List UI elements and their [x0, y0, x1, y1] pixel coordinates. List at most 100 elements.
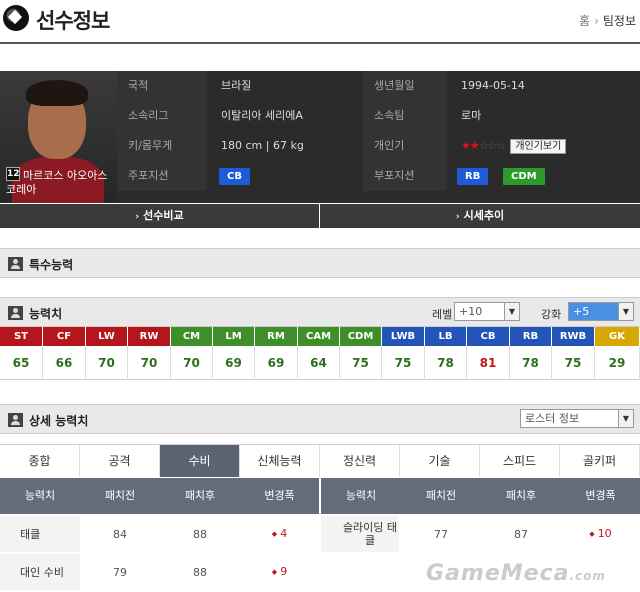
detail-cell-diff: 9 [240, 554, 319, 590]
detail-row: 대인 수비 79 88 9 [0, 554, 319, 590]
info-row-nation: 국적 브라질 생년월일 1994-05-14 [117, 71, 640, 101]
position-header-gk: GK [595, 327, 640, 346]
tab-detail[interactable]: 스피드 [480, 445, 560, 477]
info-row-body: 키/몸무게 180 cm | 67 kg 개인기 ★★☆☆☆ 개인기보기 [117, 131, 640, 161]
tab-detail[interactable]: 기술 [400, 445, 480, 477]
tab-detail[interactable]: 종합 [0, 445, 80, 477]
chevron-right-icon: › [135, 212, 140, 222]
breadcrumb-team-info[interactable]: 팀정보 [603, 14, 636, 28]
position-header-cdm: CDM [340, 327, 382, 346]
tab-detail[interactable]: 정신력 [320, 445, 400, 477]
body-value: 180 cm | 67 kg [207, 131, 363, 161]
compare-player-button[interactable]: › 선수비교 [0, 204, 319, 228]
player-name: 마르코스 아오아스 코레아 [6, 169, 108, 196]
detail-cell-after: 88 [193, 527, 207, 541]
team-value: 로마 [447, 101, 640, 131]
position-header-rw: RW [128, 327, 171, 346]
view-skills-button[interactable]: 개인기보기 [510, 139, 567, 154]
detail-column-header: 패치전 [104, 489, 136, 502]
position-value-cb: 81 [467, 346, 510, 380]
detail-column-header: 패치전 [425, 489, 457, 502]
position-value-rb: 78 [510, 346, 552, 380]
player-photo: 12 마르코스 아오아스 코레아 [0, 71, 117, 203]
tab-detail[interactable]: 신체능력 [240, 445, 320, 477]
detail-column-header: 패치후 [505, 489, 537, 502]
detail-cell-before: 77 [434, 527, 448, 541]
position-value-lb: 78 [425, 346, 467, 380]
detail-row: 태클 84 88 4 [0, 516, 319, 552]
player-info-grid: 국적 브라질 생년월일 1994-05-14 소속리그 이탈리아 세리에A 소속… [117, 71, 640, 203]
detail-cell-before: 84 [113, 527, 127, 541]
main-position-badge: CB [219, 168, 250, 185]
sub-position-badge: RB [457, 168, 489, 185]
soccer-ball-icon [3, 5, 29, 31]
page-header: 선수정보 홈 › 팀정보 [0, 0, 640, 44]
position-value-lwb: 75 [382, 346, 425, 380]
player-info-panel: 12 마르코스 아오아스 코레아 국적 브라질 생년월일 1994-05-14 … [0, 71, 640, 203]
person-icon [8, 257, 23, 271]
position-value-lm: 69 [213, 346, 255, 380]
detail-cell-before: 79 [113, 565, 127, 579]
position-value-rw: 70 [128, 346, 171, 380]
chevron-right-icon: › [455, 212, 460, 222]
tab-detail[interactable]: 골키퍼 [560, 445, 640, 477]
position-header-lb: LB [425, 327, 467, 346]
enhance-select[interactable]: +5 ▼ [568, 302, 634, 321]
position-value-rwb: 75 [552, 346, 595, 380]
gamemeca-watermark: GameMeca.com [426, 561, 606, 586]
chevron-right-icon: › [594, 14, 599, 28]
position-header-rwb: RWB [552, 327, 595, 346]
position-header-lm: LM [213, 327, 255, 346]
person-icon [8, 306, 23, 320]
detail-row: 슬라이딩 태클 77 87 10 [321, 516, 640, 552]
special-ability-section: 특수능력 [0, 248, 640, 278]
sub-position-badge: CDM [503, 168, 545, 185]
detail-tabs: 종합 공격 수비 신체능력 정신력 기술 스피드 골키퍼 [0, 444, 640, 477]
info-row-position: 주포지션 CB 부포지션 RB CDM [117, 161, 640, 191]
skill-rating: ★★☆☆☆ 개인기보기 [447, 131, 640, 161]
chevron-down-icon: ▼ [618, 303, 633, 320]
position-value-cf: 66 [43, 346, 86, 380]
detail-cell-after: 87 [514, 527, 528, 541]
chevron-down-icon: ▼ [618, 410, 633, 427]
level-select[interactable]: +10 ▼ [454, 302, 520, 321]
league-value: 이탈리아 세리에A [207, 101, 363, 131]
detail-header-left: 능력치 패치전 패치후 변경폭 [0, 478, 319, 514]
position-header-cb: CB [467, 327, 510, 346]
position-value-cdm: 75 [340, 346, 382, 380]
position-value-cam: 64 [298, 346, 340, 380]
page-title: 선수정보 [36, 9, 110, 33]
position-value-st: 65 [0, 346, 43, 380]
detail-column-header: 능력치 [345, 489, 377, 502]
price-trend-button[interactable]: › 시세추이 [320, 204, 640, 228]
person-icon [8, 413, 23, 427]
detail-cell-name: 태클 [0, 516, 80, 552]
detail-column-header: 패치후 [184, 489, 216, 502]
detail-header-right: 능력치 패치전 패치후 변경폭 [321, 478, 640, 514]
nation-value: 브라질 [207, 71, 363, 101]
roster-select[interactable]: 로스터 정보 ▼ [520, 409, 634, 428]
position-value-lw: 70 [86, 346, 128, 380]
birth-value: 1994-05-14 [447, 71, 640, 101]
position-header-cf: CF [43, 327, 86, 346]
tab-detail[interactable]: 공격 [80, 445, 160, 477]
detail-cell-diff: 4 [240, 516, 319, 552]
detail-cell-after: 88 [193, 565, 207, 579]
position-header-rb: RB [510, 327, 552, 346]
position-header-rm: RM [255, 327, 298, 346]
detail-cell-name: 대인 수비 [0, 554, 80, 590]
info-row-league: 소속리그 이탈리아 세리에A 소속팀 로마 [117, 101, 640, 131]
star-icon: ★★☆☆☆ [461, 139, 506, 152]
position-header-lw: LW [86, 327, 128, 346]
position-header-lwb: LWB [382, 327, 425, 346]
breadcrumb-home[interactable]: 홈 [579, 14, 590, 28]
detail-cell-diff: 10 [561, 516, 640, 552]
detail-column-header: 변경폭 [585, 489, 616, 502]
tab-detail[interactable]: 수비 [160, 445, 240, 477]
detail-cell-name: 슬라이딩 태클 [321, 516, 399, 552]
position-value-gk: 29 [595, 346, 640, 380]
position-header-cm: CM [171, 327, 213, 346]
detail-ability-section: 상세 능력치 로스터 정보 ▼ [0, 404, 640, 434]
position-header-cam: CAM [298, 327, 340, 346]
position-value-rm: 69 [255, 346, 298, 380]
